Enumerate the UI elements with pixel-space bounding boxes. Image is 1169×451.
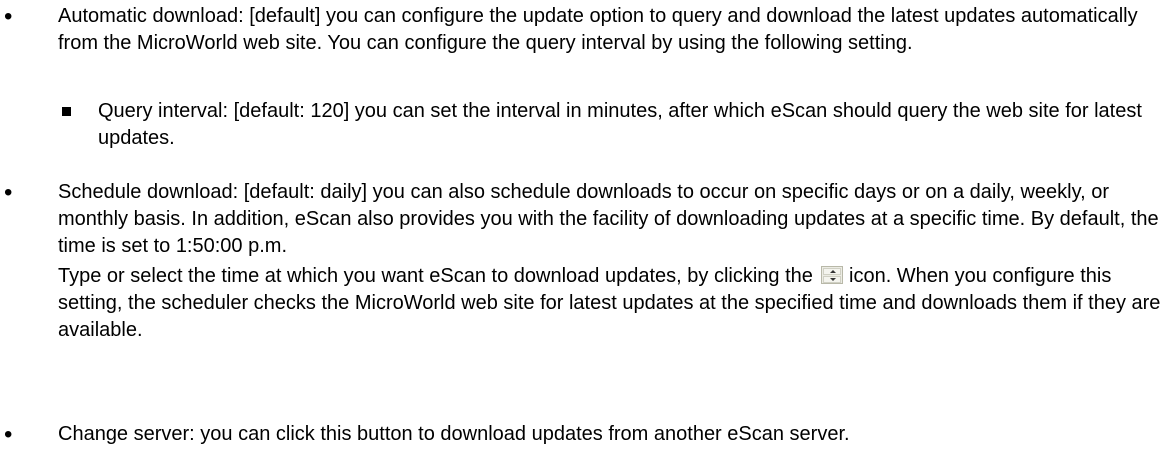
paragraph-schedule-time: Type or select the time at which you wan… [58,263,1168,344]
spin-down-arrow-icon [823,276,842,283]
paragraph-query-interval: Query interval: [default: 120] you can s… [98,100,1142,149]
list-item-text: Schedule download: [default: daily] you … [58,179,1168,344]
list-item-automatic-download: • Automatic download: [default] you can … [0,3,1169,84]
paragraph-schedule-download: Schedule download: [default: daily] you … [58,181,1159,257]
sub-list-item-query-interval: Query interval: [default: 120] you can s… [0,98,1169,152]
schedule-time-text-before: Type or select the time at which you wan… [58,265,813,287]
spin-up-arrow-icon [823,268,842,275]
list-item-schedule-download: • Schedule download: [default: daily] yo… [0,179,1169,399]
bullet: • [4,179,13,206]
list-item-text: Automatic download: [default] you can co… [58,3,1168,57]
square-bullet-icon [62,107,71,116]
bullet: • [4,3,13,30]
paragraph-automatic-download: Automatic download: [default] you can co… [58,5,1138,54]
list-item-change-server: • Change server: you can click this butt… [0,421,1169,448]
document-page: • Automatic download: [default] you can … [0,0,1169,451]
spin-button-icon [821,266,844,284]
bullet: • [4,421,13,448]
sub-list-item-text: Query interval: [default: 120] you can s… [98,98,1168,152]
paragraph-change-server: Change server: you can click this button… [58,423,850,445]
list-item-text: Change server: you can click this button… [58,421,1168,448]
